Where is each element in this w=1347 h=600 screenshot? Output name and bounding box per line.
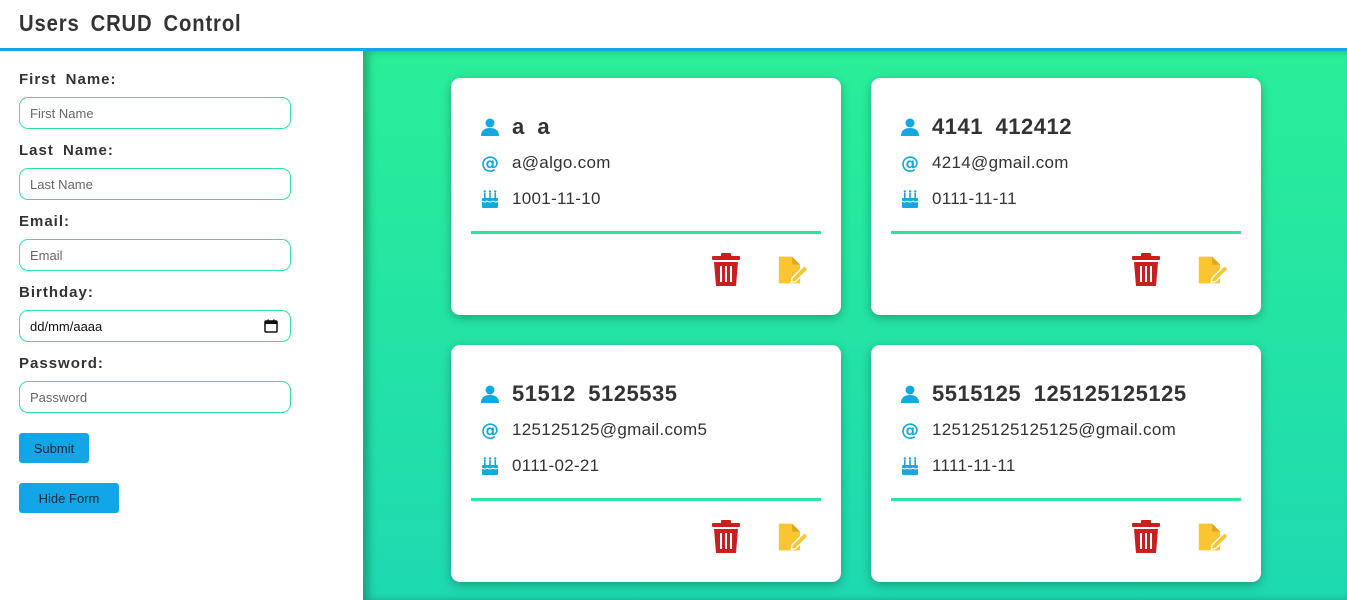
at-icon: @ [901,420,919,440]
password-label: Password: [19,355,104,372]
svg-text:@: @ [481,153,499,173]
first-name-label: First Name: [19,71,117,88]
calendar-icon[interactable] [264,319,278,333]
user-email: 125125125125125@gmail.com [932,420,1177,439]
card-name-row: 4141 412412 [900,114,1072,140]
user-form-panel: First Name: First Name Last Name: Last N… [0,51,363,600]
user-full-name: a a [512,114,551,139]
trash-icon[interactable] [710,520,742,554]
user-email: a@algo.com [512,153,611,172]
card-birthday-row: 0111-11-11 [900,189,1017,209]
svg-text:@: @ [481,420,499,440]
user-card: 4141 412412 @ 4214@gmail.com 0111-11-11 [871,78,1261,315]
user-birthday: 0111-11-11 [932,189,1017,208]
last-name-input[interactable]: Last Name [19,168,291,200]
password-placeholder: Password [30,389,88,405]
user-birthday: 0111-02-21 [512,456,600,475]
svg-text:@: @ [901,153,919,173]
trash-icon[interactable] [710,253,742,287]
email-placeholder: Email [30,247,63,263]
user-birthday: 1001-11-10 [512,189,601,208]
edit-file-icon[interactable] [777,520,809,554]
birthday-cake-icon [481,457,499,475]
user-icon [481,385,499,403]
user-full-name: 5515125 125125125125 [932,381,1187,406]
user-birthday: 1111-11-11 [932,456,1016,475]
card-divider [471,498,821,501]
card-birthday-row: 1001-11-10 [480,189,601,209]
at-icon: @ [901,153,919,173]
card-email-row: @ 4214@gmail.com [900,153,1069,173]
card-name-row: 5515125 125125125125 [900,381,1187,407]
user-full-name: 4141 412412 [932,114,1072,139]
svg-text:@: @ [901,420,919,440]
trash-icon[interactable] [1130,520,1162,554]
card-email-row: @ 125125125125125@gmail.com [900,420,1176,440]
birthday-cake-icon [901,190,919,208]
user-card: 51512 5125535 @ 125125125@gmail.com5 011… [451,345,841,582]
card-birthday-row: 0111-02-21 [480,456,599,476]
user-icon [901,385,919,403]
trash-icon[interactable] [1130,253,1162,287]
card-name-row: a a [480,114,550,140]
user-card: a a @ a@algo.com 1001-11-10 [451,78,841,315]
edit-file-icon[interactable] [1197,520,1229,554]
hide-form-button[interactable]: Hide Form [19,483,119,513]
birthday-cake-icon [481,190,499,208]
birthday-date-input[interactable]: dd/mm/aaaa [19,310,291,342]
at-icon: @ [481,153,499,173]
card-divider [891,498,1241,501]
last-name-placeholder: Last Name [30,176,93,192]
card-divider [471,231,821,234]
user-card: 5515125 125125125125 @ 125125125125125@g… [871,345,1261,582]
card-name-row: 51512 5125535 [480,381,677,407]
page-title: Users CRUD Control [19,10,242,36]
email-label: Email: [19,213,71,230]
card-birthday-row: 1111-11-11 [900,456,1016,476]
birthday-cake-icon [901,457,919,475]
first-name-placeholder: First Name [30,105,94,121]
password-input[interactable]: Password [19,381,291,413]
edit-file-icon[interactable] [777,253,809,287]
user-email: 4214@gmail.com [932,153,1069,172]
last-name-label: Last Name: [19,142,114,159]
app-header: Users CRUD Control [0,0,1347,51]
user-icon [481,118,499,136]
edit-file-icon[interactable] [1197,253,1229,287]
user-email: 125125125@gmail.com5 [512,420,708,439]
card-divider [891,231,1241,234]
card-email-row: @ 125125125@gmail.com5 [480,420,707,440]
birthday-label: Birthday: [19,284,94,301]
user-icon [901,118,919,136]
first-name-input[interactable]: First Name [19,97,291,129]
at-icon: @ [481,420,499,440]
birthday-date-value: dd/mm/aaaa [30,318,103,334]
submit-button[interactable]: Submit [19,433,89,463]
user-full-name: 51512 5125535 [512,381,678,406]
email-input[interactable]: Email [19,239,291,271]
users-card-grid: a a @ a@algo.com 1001-11-10 4141 412412 … [363,51,1347,600]
card-email-row: @ a@algo.com [480,153,611,173]
